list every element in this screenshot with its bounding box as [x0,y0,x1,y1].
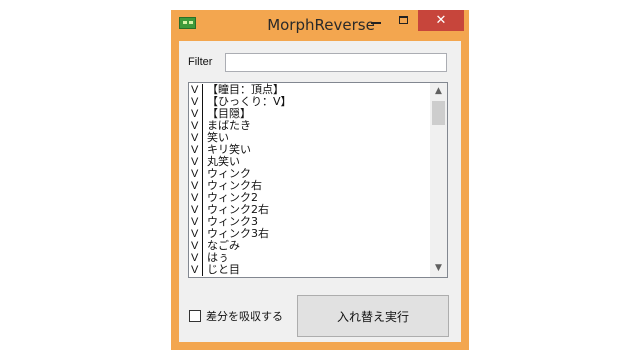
list-item-separator [202,96,203,108]
list-item-separator [202,252,203,264]
scroll-down-arrow-icon[interactable]: ▼ [430,260,447,277]
maximize-button[interactable] [390,10,418,31]
app-window: MorphReverse ✕ Filter V 【瞳目：頂点】 V 【ひっくり：V】 V… [171,10,469,350]
list-item-check: V [191,132,199,144]
close-icon: ✕ [435,13,447,28]
absorb-diff-checkbox-row[interactable]: 差分を吸収する [189,309,283,323]
list-item-check: V [191,192,199,204]
list-item-separator [202,156,203,168]
list-item-separator [202,216,203,228]
list-scrollbar[interactable]: ▲ ▼ [430,83,447,277]
list-item-check: V [191,264,199,276]
list-item-name: じと目 [207,263,240,276]
list-item-separator [202,192,203,204]
client-area: Filter V 【瞳目：頂点】 V 【ひっくり：V】 V 【目隠】 V まばたき V 笑い V キリ… [179,41,461,342]
list-item-check: V [191,96,199,108]
list-item-check: V [191,204,199,216]
execute-swap-button[interactable]: 入れ替え実行 [297,295,449,337]
minimize-icon [371,22,381,24]
list-item-check: V [191,108,199,120]
filter-input[interactable] [225,53,447,72]
list-item-separator [202,144,203,156]
list-item-check: V [191,252,199,264]
list-item-separator [202,168,203,180]
list-item-check: V [191,216,199,228]
title-bar[interactable]: MorphReverse ✕ [171,10,469,41]
morph-list-rows: V 【瞳目：頂点】 V 【ひっくり：V】 V 【目隠】 V まばたき V 笑い V キリ笑い V 丸笑い V… [191,84,429,276]
absorb-diff-checkbox[interactable] [189,310,201,322]
list-item-separator [202,132,203,144]
minimize-button[interactable] [362,10,390,31]
list-item-check: V [191,180,199,192]
list-item-separator [202,108,203,120]
app-icon [179,17,196,29]
list-item-check: V [191,156,199,168]
list-item-check: V [191,84,199,96]
filter-label: Filter [188,56,213,68]
list-item-check: V [191,144,199,156]
list-item-separator [202,264,203,276]
morph-list[interactable]: V 【瞳目：頂点】 V 【ひっくり：V】 V 【目隠】 V まばたき V 笑い V キリ笑い V 丸笑い V… [188,82,448,278]
execute-swap-label: 入れ替え実行 [336,309,409,324]
list-item-separator [202,120,203,132]
list-item[interactable]: V じと目 [191,264,429,276]
list-item-separator [202,204,203,216]
list-item-check: V [191,168,199,180]
scroll-thumb[interactable] [432,101,445,125]
close-button[interactable]: ✕ [418,10,464,31]
maximize-icon [399,16,408,24]
list-item-check: V [191,120,199,132]
scroll-up-arrow-icon[interactable]: ▲ [430,83,447,100]
list-item-separator [202,180,203,192]
list-item-check: V [191,228,199,240]
list-item-separator [202,240,203,252]
list-item-separator [202,228,203,240]
list-item-check: V [191,240,199,252]
list-item-separator [202,84,203,96]
absorb-diff-label: 差分を吸収する [206,310,283,323]
